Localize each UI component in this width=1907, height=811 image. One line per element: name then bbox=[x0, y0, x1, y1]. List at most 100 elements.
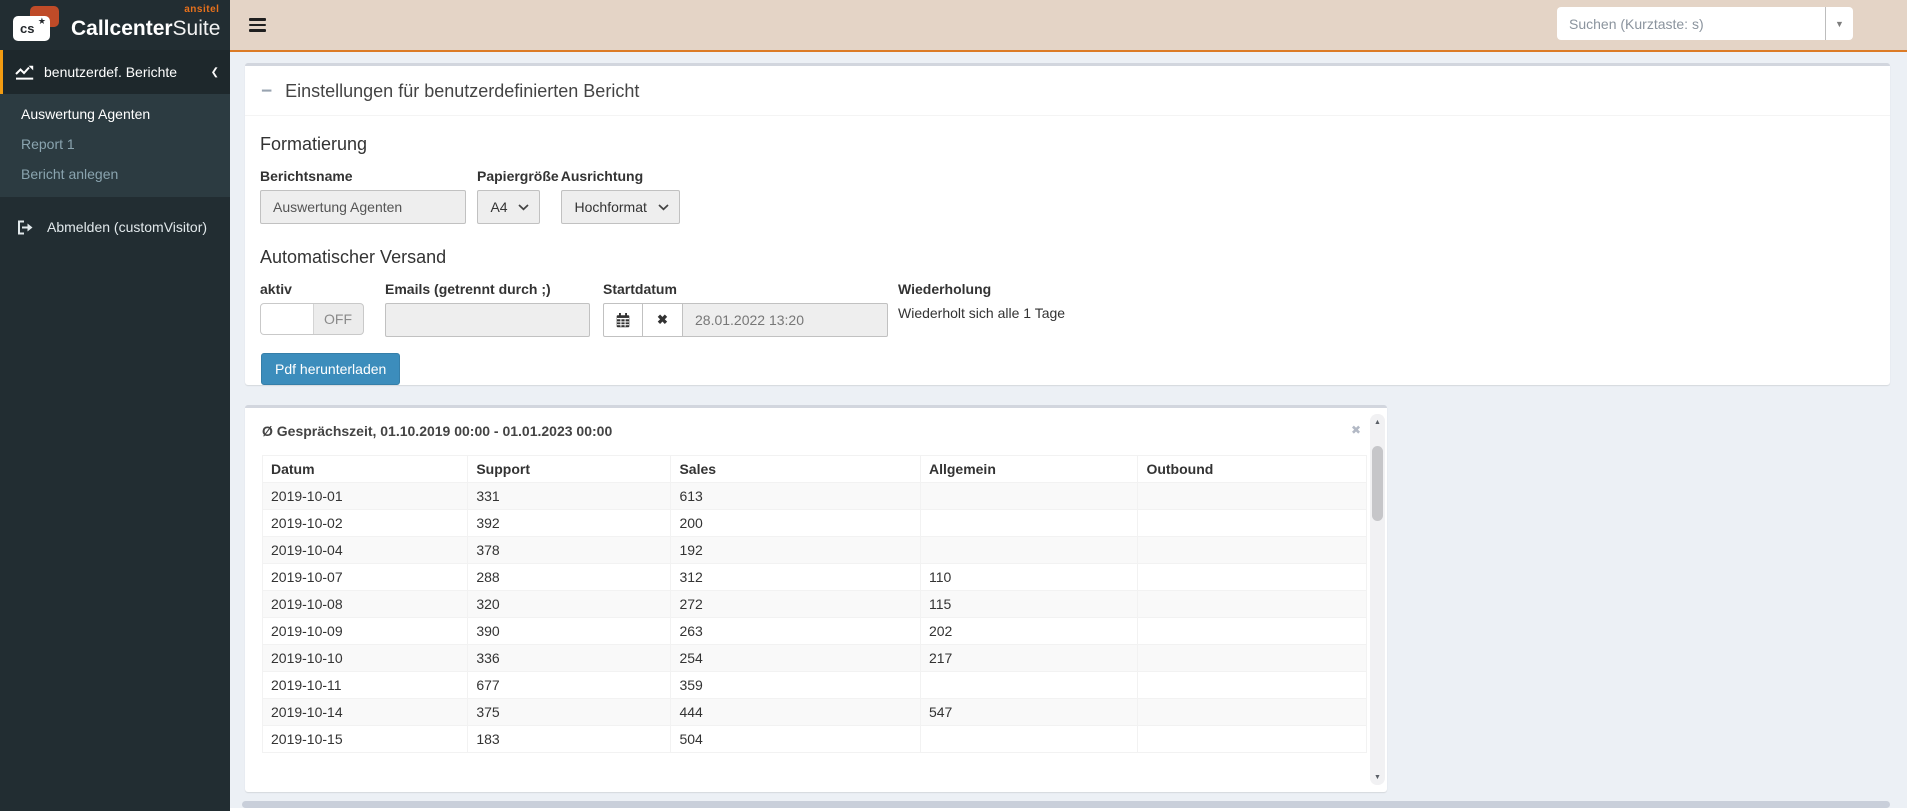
emails-input[interactable] bbox=[385, 303, 590, 337]
app-screen: cs ★ ansitel CallcenterSuite benutzerdef.… bbox=[0, 0, 1907, 811]
table-row: 2019-10-10 336 254 217 bbox=[261, 644, 1367, 672]
line-chart-icon bbox=[15, 65, 34, 80]
table-cell: 2019-10-02 bbox=[261, 509, 469, 537]
table-header-row: Datum Support Sales Allgemein Outbound bbox=[261, 455, 1367, 483]
active-toggle[interactable]: OFF bbox=[260, 303, 364, 335]
app-title-light: Suite bbox=[172, 17, 221, 40]
clear-date-button[interactable]: ✖ bbox=[643, 303, 683, 337]
table-cell bbox=[1137, 482, 1367, 510]
table-cell: 331 bbox=[467, 482, 672, 510]
close-icon[interactable]: ✖ bbox=[1351, 424, 1361, 436]
app-logo[interactable]: cs ★ ansitel CallcenterSuite bbox=[0, 0, 230, 50]
clear-x-icon: ✖ bbox=[657, 312, 668, 327]
table-cell: 336 bbox=[467, 644, 672, 672]
active-group: aktiv OFF bbox=[260, 281, 364, 335]
orientation-value: Hochformat bbox=[574, 199, 647, 215]
table-cell bbox=[1137, 509, 1367, 537]
report-panel-title: Ø Gesprächszeit, 01.10.2019 00:00 - 01.0… bbox=[262, 423, 613, 439]
table-cell: 2019-10-11 bbox=[261, 671, 469, 699]
chevron-down-icon bbox=[658, 203, 669, 210]
table-cell: 392 bbox=[467, 509, 672, 537]
start-date-input[interactable] bbox=[683, 303, 888, 337]
table-cell: 183 bbox=[467, 725, 672, 753]
scroll-down-icon[interactable]: ▼ bbox=[1370, 770, 1385, 784]
table-cell bbox=[1137, 563, 1367, 591]
sidebar-item-custom-reports[interactable]: benutzerdef. Berichte ❮ bbox=[0, 50, 230, 94]
table-cell: 2019-10-09 bbox=[261, 617, 469, 645]
report-panel: Ø Gesprächszeit, 01.10.2019 00:00 - 01.0… bbox=[245, 405, 1387, 792]
table-cell bbox=[1137, 698, 1367, 726]
column-header: Outbound bbox=[1137, 455, 1367, 483]
report-name-input[interactable] bbox=[260, 190, 466, 224]
hamburger-menu-icon[interactable] bbox=[249, 18, 266, 32]
paper-size-group: Papiergröße A4 bbox=[477, 168, 559, 224]
sidebar-submenu: Auswertung Agenten Report 1 Bericht anlege… bbox=[0, 94, 230, 197]
horizontal-scrollbar[interactable] bbox=[242, 801, 1890, 808]
table-cell: 2019-10-01 bbox=[261, 482, 469, 510]
repeat-text: Wiederholt sich alle 1 Tage bbox=[898, 305, 1066, 321]
table-cell bbox=[1137, 536, 1367, 564]
table-cell bbox=[1137, 590, 1367, 618]
table-cell: 2019-10-07 bbox=[261, 563, 469, 591]
orientation-label: Ausrichtung bbox=[560, 168, 644, 184]
sidebar-subitem[interactable]: Report 1 bbox=[0, 129, 230, 159]
table-cell: 2019-10-10 bbox=[261, 644, 469, 672]
search-input[interactable] bbox=[1557, 7, 1825, 40]
sidebar: cs ★ ansitel CallcenterSuite benutzerdef.… bbox=[0, 0, 230, 811]
logout-button[interactable]: Abmelden (customVisitor) bbox=[0, 210, 230, 244]
active-label: aktiv bbox=[260, 281, 292, 297]
table-cell: 2019-10-04 bbox=[261, 536, 469, 564]
emails-group: Emails (getrennt durch ;) bbox=[385, 281, 590, 337]
settings-panel: − Einstellungen für benutzerdefinierten … bbox=[245, 63, 1890, 385]
search-dropdown-button[interactable]: ▼ bbox=[1826, 7, 1853, 40]
collapse-minus-icon[interactable]: − bbox=[261, 82, 272, 101]
download-pdf-button[interactable]: Pdf herunterladen bbox=[261, 353, 401, 385]
auto-send-heading: Automatischer Versand bbox=[260, 247, 447, 267]
table-cell: 2019-10-08 bbox=[261, 590, 469, 618]
table-cell bbox=[919, 671, 1139, 699]
start-date-label: Startdatum bbox=[603, 281, 677, 297]
search-widget: ▼ bbox=[1557, 7, 1853, 40]
scroll-up-icon[interactable]: ▲ bbox=[1370, 415, 1385, 429]
orientation-select[interactable]: Hochformat bbox=[560, 190, 680, 224]
repeat-group: Wiederholung Wiederholt sich alle 1 Tage bbox=[898, 281, 1065, 321]
scrollbar-thumb[interactable] bbox=[1372, 446, 1383, 521]
table-row: 2019-10-02 392 200 bbox=[261, 509, 1367, 537]
report-table-body: 2019-10-01 331 613 2019-10-02 392 200 2019-10-… bbox=[261, 482, 1367, 753]
report-name-label: Berichtsname bbox=[260, 168, 353, 184]
report-table: Datum Support Sales Allgemein Outbound 2019-… bbox=[261, 455, 1367, 753]
table-cell: 110 bbox=[919, 563, 1139, 591]
table-cell bbox=[919, 536, 1139, 564]
table-cell bbox=[1137, 671, 1367, 699]
table-cell bbox=[919, 509, 1139, 537]
table-cell bbox=[1137, 725, 1367, 753]
start-date-group: Startdatum ✖ 28.01.2022 13:20 bbox=[603, 281, 888, 337]
table-cell: 254 bbox=[670, 644, 921, 672]
top-navbar: ▼ bbox=[230, 0, 1907, 52]
table-row: 2019-10-04 378 192 bbox=[261, 536, 1367, 564]
table-row: 2019-10-01 331 613 bbox=[261, 482, 1367, 510]
table-cell: 288 bbox=[467, 563, 672, 591]
vendor-label: ansitel bbox=[184, 4, 220, 15]
column-header: Support bbox=[467, 455, 672, 483]
table-cell: 200 bbox=[670, 509, 921, 537]
paper-size-value: A4 bbox=[490, 199, 508, 215]
sign-out-icon bbox=[18, 220, 33, 234]
table-cell: 2019-10-15 bbox=[261, 725, 469, 753]
sidebar-subitem[interactable]: Auswertung Agenten bbox=[0, 99, 230, 129]
vertical-scrollbar[interactable]: ▲ ▼ bbox=[1370, 414, 1385, 785]
table-cell: 272 bbox=[670, 590, 921, 618]
column-header: Sales bbox=[670, 455, 921, 483]
brand-speech-bubbles-icon: cs ★ bbox=[10, 5, 62, 45]
table-cell: 2019-10-14 bbox=[261, 698, 469, 726]
app-title-bold: Callcenter bbox=[71, 17, 173, 40]
table-cell: 320 bbox=[467, 590, 672, 618]
calendar-button[interactable] bbox=[603, 303, 643, 337]
star-icon: ★ bbox=[37, 16, 46, 26]
table-cell: 192 bbox=[670, 536, 921, 564]
table-cell: 312 bbox=[670, 563, 921, 591]
sidebar-subitem[interactable]: Bericht anlegen bbox=[0, 159, 230, 189]
chevron-down-icon bbox=[518, 203, 529, 210]
paper-size-select[interactable]: A4 bbox=[477, 190, 540, 224]
table-cell: 677 bbox=[467, 671, 672, 699]
